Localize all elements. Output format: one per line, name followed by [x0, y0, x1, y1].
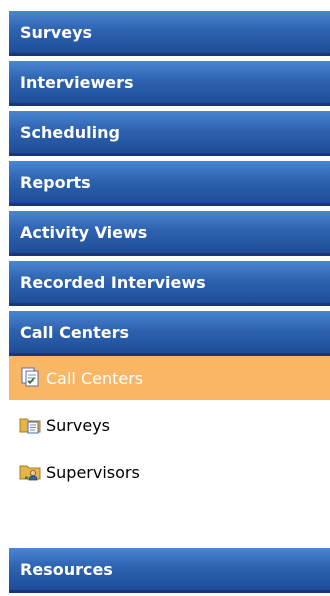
menu-header-label: Reports — [20, 172, 91, 192]
sidebar-menu: Surveys Interviewers Scheduling Reports … — [0, 0, 330, 596]
menu-header-surveys[interactable]: Surveys — [9, 11, 330, 56]
menu-header-recorded-interviews[interactable]: Recorded Interviews — [9, 261, 330, 306]
surveys-folder-icon — [19, 413, 41, 435]
supervisors-folder-icon — [19, 460, 41, 482]
menu-header-label: Activity Views — [20, 222, 148, 242]
submenu-item-supervisors[interactable]: Supervisors — [9, 450, 330, 494]
submenu-item-call-centers[interactable]: Call Centers — [9, 356, 330, 400]
menu-header-scheduling[interactable]: Scheduling — [9, 111, 330, 156]
menu-header-label: Recorded Interviews — [20, 272, 206, 292]
menu-header-label: Resources — [20, 559, 113, 579]
menu-header-label: Surveys — [20, 22, 93, 42]
menu-header-call-centers[interactable]: Call Centers — [9, 311, 330, 356]
menu-header-label: Interviewers — [20, 72, 134, 92]
menu-header-activity-views[interactable]: Activity Views — [9, 211, 330, 256]
menu-header-interviewers[interactable]: Interviewers — [9, 61, 330, 106]
submenu-item-label: Supervisors — [46, 462, 140, 482]
call-centers-icon — [19, 366, 41, 388]
menu-header-label: Scheduling — [20, 122, 120, 142]
submenu-item-surveys[interactable]: Surveys — [9, 403, 330, 447]
menu-header-resources[interactable]: Resources — [9, 548, 330, 593]
menu-header-label: Call Centers — [20, 322, 129, 342]
menu-header-reports[interactable]: Reports — [9, 161, 330, 206]
submenu-item-label: Surveys — [46, 415, 110, 435]
submenu-item-label: Call Centers — [46, 368, 144, 388]
